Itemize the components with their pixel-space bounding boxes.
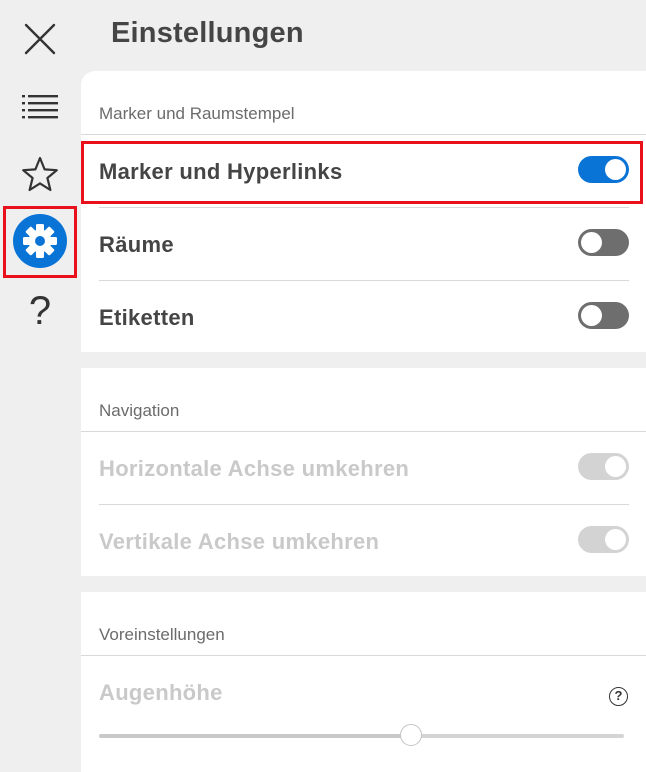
favorites-button[interactable]: [0, 154, 80, 194]
eye-height-slider[interactable]: [99, 724, 624, 746]
gear-icon: [13, 214, 67, 268]
slider-thumb[interactable]: [400, 724, 423, 746]
markers-hyperlinks-toggle[interactable]: [578, 156, 629, 183]
page-title: Einstellungen: [111, 17, 304, 49]
help-icon[interactable]: ?: [609, 687, 628, 706]
toggle-knob: [605, 456, 626, 477]
labels-toggle[interactable]: [578, 302, 629, 329]
slider-fill: [99, 734, 412, 738]
settings-panel: Marker und Raumstempel Marker und Hyperl…: [81, 71, 646, 772]
section-label-navigation: Navigation: [99, 401, 180, 420]
help-button[interactable]: ?: [0, 288, 80, 334]
section-label-markers: Marker und Raumstempel: [99, 104, 295, 123]
icon-rail: ?: [0, 0, 80, 772]
toggle-knob: [581, 305, 602, 326]
question-mark-icon: ?: [28, 289, 52, 333]
section-gap: [81, 576, 646, 592]
settings-button[interactable]: [0, 212, 80, 270]
section-label-presets: Voreinstellungen: [99, 625, 225, 644]
toggle-knob: [605, 529, 626, 550]
close-button[interactable]: [0, 18, 80, 60]
invert-horizontal-toggle: [578, 453, 629, 480]
setting-label: Horizontale Achse umkehren: [99, 456, 410, 481]
setting-label: Räume: [99, 232, 174, 257]
invert-vertical-toggle: [578, 526, 629, 553]
setting-label: Vertikale Achse umkehren: [99, 529, 380, 554]
setting-label: Etiketten: [99, 305, 195, 330]
divider: [81, 134, 646, 135]
divider: [99, 504, 629, 505]
divider: [99, 207, 629, 208]
eye-height-label: Augenhöhe: [99, 680, 223, 705]
list-button[interactable]: [0, 88, 80, 126]
divider: [81, 431, 646, 432]
toggle-knob: [605, 159, 626, 180]
rooms-toggle[interactable]: [578, 229, 629, 256]
divider: [81, 655, 646, 656]
divider: [99, 280, 629, 281]
close-icon: [24, 23, 56, 55]
setting-label: Marker und Hyperlinks: [99, 159, 343, 184]
list-icon: [22, 95, 58, 119]
star-icon: [22, 156, 58, 192]
toggle-knob: [581, 232, 602, 253]
section-gap: [81, 352, 646, 368]
